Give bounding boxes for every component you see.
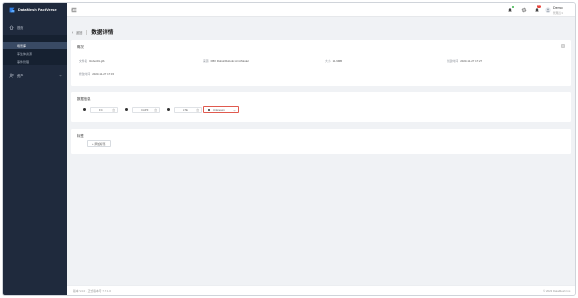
input-unit: 台 [154, 108, 157, 112]
input-unit: 台 [196, 108, 199, 112]
submenu-item-label: 场景库 [17, 43, 27, 48]
divider [86, 29, 88, 35]
brand[interactable]: DataMesh FactVerse [3, 3, 67, 17]
quantity-input-lte[interactable]: LTE 台 [174, 106, 202, 113]
input-value: CAPF [141, 107, 149, 112]
tag-card: 标签 + 添加标签 [71, 129, 571, 154]
field-value: 11.9MB [332, 59, 343, 63]
card-title: 概况 [77, 45, 84, 49]
field-value: 2023-11-27 17:15 [92, 72, 115, 76]
avatar[interactable] [545, 7, 551, 13]
field-size: 大小 11.9MB [325, 59, 342, 63]
submenu-item-label: 事件管理 [17, 59, 30, 64]
radio-dot[interactable] [125, 108, 128, 111]
field-value: FBX Robot/Robotic Arm/Model [210, 59, 249, 63]
home-icon [9, 24, 14, 29]
submenu-item-events[interactable]: 事件管理 [3, 58, 67, 65]
field-value: 2023-11-27 17:27 [460, 59, 483, 63]
filter-group-2: CAPF 台 [125, 106, 160, 113]
input-value: FC [99, 107, 103, 112]
version-text: 版本 V4.0 · 正式版本号 7.7.1.6 [73, 289, 111, 293]
field-source: 来源 FBX Robot/Robotic Arm/Model [203, 59, 249, 63]
sidebar: DataMesh FactVerse 首页 数字孪生 场景库 孪生体资源 事件管… [3, 3, 67, 295]
sidebar-item-home[interactable]: 首页 [3, 23, 67, 31]
submenu-item-scenes[interactable]: 场景库 [3, 42, 67, 49]
radio-dot[interactable] [167, 108, 170, 111]
field-label: 大小 [325, 59, 331, 63]
filter-group-1: FC 台 [83, 106, 118, 113]
top-header: 99 Demo 管理员 ▾ [67, 3, 575, 17]
settings-icon[interactable] [561, 44, 565, 48]
submenu-item-twin-resources[interactable]: 孪生体资源 [3, 50, 67, 57]
back-label: 返回 [76, 30, 83, 35]
type-select[interactable]: Unknown [203, 106, 239, 113]
copyright-text: © 2023 DataMesh Inc. [543, 289, 571, 293]
sidebar-item-assets[interactable]: 资产 [3, 71, 67, 79]
sidebar-item-label: 资产 [17, 73, 24, 78]
field-label: 文件名 [79, 59, 88, 63]
menu-fold-icon[interactable] [71, 7, 77, 13]
input-unit: 台 [112, 108, 115, 112]
arrow-left-icon [71, 30, 74, 34]
card-title: 数据信息 [77, 97, 91, 101]
select-dot [208, 108, 210, 111]
field-created: 创建时间 2023-11-27 17:27 [447, 59, 482, 63]
sidebar-item-label: 首页 [17, 25, 24, 30]
field-label: 来源 [203, 59, 209, 63]
add-tag-button[interactable]: + 添加标签 [87, 140, 111, 147]
brand-name: DataMesh FactVerse [18, 8, 57, 12]
app-window: DataMesh FactVerse 首页 数字孪生 场景库 孪生体资源 事件管… [2, 2, 576, 296]
filter-group-3: LTE 台 [167, 106, 202, 113]
data-info-card: 数据信息 FC 台 CAPF 台 LTE 台 Unknown [71, 92, 571, 122]
field-modified: 修改时间 2023-11-27 17:15 [79, 72, 114, 76]
chevron-down-icon [59, 74, 62, 76]
submenu-item-label: 孪生体资源 [17, 51, 33, 56]
logo-icon [9, 7, 15, 13]
card-title: 标签 [77, 134, 84, 138]
input-value: LTE [183, 107, 188, 112]
gear-icon[interactable] [521, 7, 527, 13]
radio-dot[interactable] [83, 108, 86, 111]
main-content: 返回 数据详情 概况 文件名 Robot01.glb 来源 FBX Robot/Ro… [67, 18, 575, 295]
field-filename: 文件名 Robot01.glb [79, 59, 105, 63]
users-icon [9, 73, 14, 78]
back-button[interactable]: 返回 [71, 30, 82, 35]
field-value: Robot01.glb [89, 59, 105, 63]
field-label: 创建时间 [447, 59, 459, 63]
info-card: 概况 文件名 Robot01.glb 来源 FBX Robot/Robotic Ar… [71, 40, 571, 86]
chevron-down-icon [233, 110, 236, 112]
quantity-input-capf[interactable]: CAPF 台 [132, 106, 160, 113]
notification-count-badge: 99 [537, 5, 542, 8]
page-title: 数据详情 [91, 30, 114, 36]
field-label: 修改时间 [79, 72, 91, 76]
footer: 版本 V4.0 · 正式版本号 7.7.1.6 © 2023 DataMesh … [67, 285, 575, 295]
online-indicator [512, 6, 514, 8]
page-header: 返回 数据详情 [71, 28, 113, 36]
user-name[interactable]: Demo [553, 6, 563, 10]
select-value: Unknown [213, 107, 225, 112]
quantity-input-fc[interactable]: FC 台 [90, 106, 118, 113]
user-role[interactable]: 管理员 ▾ [553, 11, 563, 15]
